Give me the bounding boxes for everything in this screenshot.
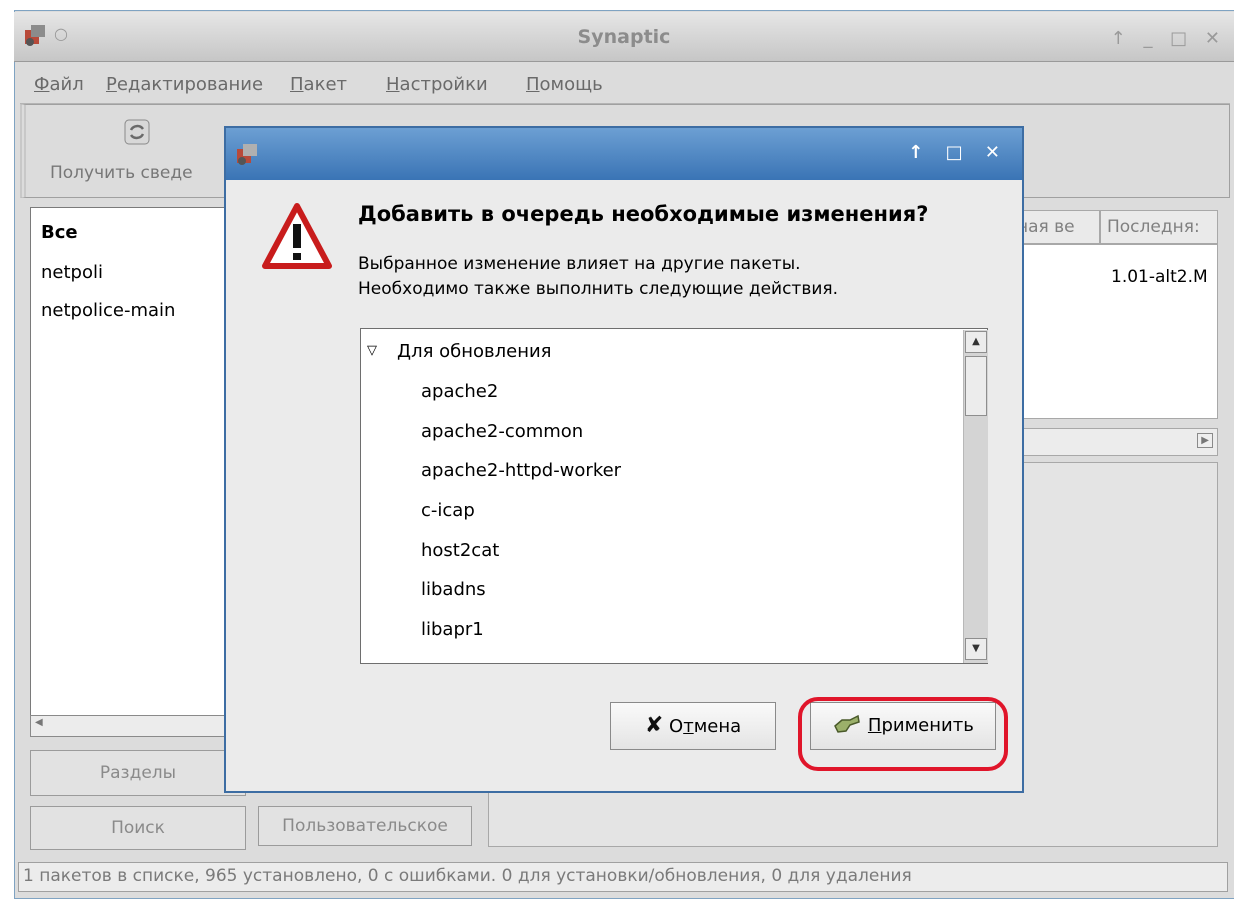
filter-item-netpolice-main[interactable]: netpolice-main — [41, 300, 175, 321]
dialog-titlebar: ↑ □ ✕ — [226, 128, 1022, 180]
package-latest-version[interactable]: 1.01-alt2.M — [1111, 267, 1208, 287]
search-filter-button[interactable]: Поиск — [30, 806, 246, 850]
scroll-thumb[interactable] — [965, 356, 987, 416]
dialog-heading: Добавить в очередь необходимые изменения… — [358, 202, 929, 226]
dialog-window-controls[interactable]: ↑ □ ✕ — [908, 142, 1008, 163]
menubar: Файл Редактирование Пакет Настройки Помо… — [20, 64, 1230, 104]
scroll-down-icon[interactable]: ▼ — [965, 638, 987, 660]
window-title: Synaptic — [577, 26, 671, 48]
filter-item-netpoli[interactable]: netpoli — [41, 262, 103, 283]
tree-package-item[interactable]: libadns — [421, 579, 486, 600]
filter-list: Все netpoli netpolice-main — [30, 207, 230, 737]
tree-package-item[interactable]: c-icap — [421, 500, 475, 521]
tree-package-item[interactable]: host2cat — [421, 540, 499, 561]
tree-package-item[interactable]: apache2-common — [421, 421, 583, 442]
column-latest-version[interactable]: Последня: — [1100, 210, 1218, 244]
highlight-ring — [798, 697, 1008, 771]
tree-package-item[interactable]: libapr1 — [421, 619, 484, 640]
window-controls[interactable]: ↑ _ □ ✕ — [1111, 28, 1226, 49]
cancel-icon: ✘ — [644, 713, 664, 738]
tree-package-item[interactable]: apache2-httpd-worker — [421, 460, 621, 481]
menu-package[interactable]: Пакет — [290, 74, 347, 95]
synaptic-dialog-icon — [237, 144, 257, 165]
reload-icon — [124, 119, 150, 145]
sections-button[interactable]: Разделы — [30, 750, 246, 796]
custom-filter-button[interactable]: Пользовательское — [258, 806, 472, 846]
dialog-message: Выбранное изменение влияет на другие пак… — [358, 252, 838, 302]
scroll-up-icon[interactable]: ▲ — [965, 331, 987, 353]
scroll-right-icon[interactable]: ▶ — [1197, 433, 1213, 448]
changes-dialog: ↑ □ ✕ Добавить в очередь необходимые изм… — [224, 126, 1024, 793]
dialog-message-line1: Выбранное изменение влияет на другие пак… — [358, 254, 801, 274]
cancel-button[interactable]: ✘ Отмена — [610, 702, 776, 750]
menu-file[interactable]: Файл — [34, 74, 84, 95]
tree-group-label: Для обновления — [397, 341, 552, 362]
reload-label: Получить сведе — [50, 163, 193, 183]
reload-button[interactable]: Получить сведе — [46, 107, 236, 195]
warning-icon — [262, 203, 332, 269]
expander-icon[interactable]: ▽ — [367, 343, 377, 358]
tree-scrollbar[interactable]: ▲ ▼ — [963, 330, 988, 663]
filter-item-all[interactable]: Все — [41, 222, 78, 243]
status-bar: 1 пакетов в списке, 965 установлено, 0 с… — [18, 862, 1228, 892]
dialog-message-line2: Необходимо также выполнить следующие дей… — [358, 279, 839, 299]
main-titlebar: ○ Synaptic ↑ _ □ ✕ — [14, 12, 1234, 62]
changes-tree: ▽ Для обновления apache2 apache2-common … — [360, 328, 988, 664]
tree-package-item[interactable]: apache2 — [421, 381, 498, 402]
menu-edit[interactable]: Редактирование — [106, 74, 263, 95]
menu-settings[interactable]: Настройки — [386, 74, 488, 95]
scroll-left-icon[interactable]: ◀ — [35, 717, 43, 728]
filter-list-scrollbar[interactable]: ◀ — [30, 715, 230, 737]
menu-help[interactable]: Помощь — [526, 74, 603, 95]
